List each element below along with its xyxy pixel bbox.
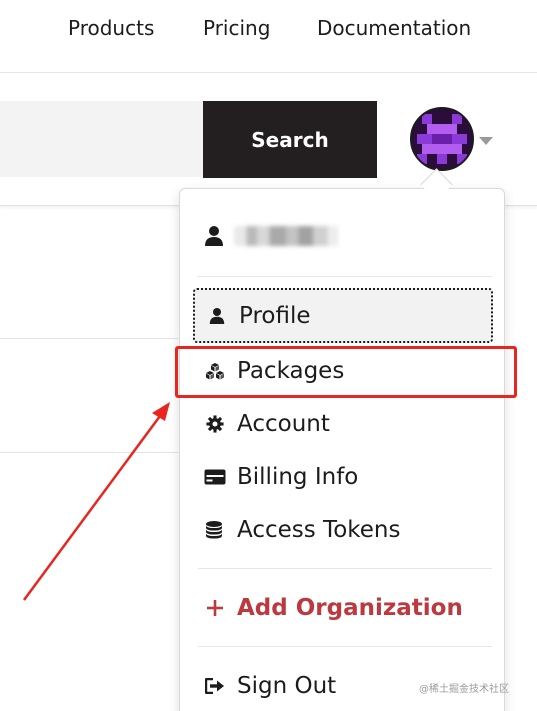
- menu-item-add-organization[interactable]: Add Organization: [193, 582, 493, 634]
- menu-item-label: Account: [237, 411, 330, 437]
- coins-icon: [203, 518, 227, 542]
- username-blurred: [234, 226, 338, 246]
- nav-link-documentation[interactable]: Documentation: [317, 16, 471, 40]
- nav-link-pricing[interactable]: Pricing: [203, 16, 270, 40]
- search-input[interactable]: [0, 101, 203, 177]
- menu-item-label: Add Organization: [237, 595, 463, 621]
- menu-item-billing-info[interactable]: Billing Info: [193, 451, 493, 503]
- gear-icon: [203, 412, 227, 436]
- page: Products Pricing Documentation Search Pr…: [0, 0, 537, 711]
- search-button[interactable]: Search: [203, 101, 377, 178]
- packages-icon: [203, 359, 227, 383]
- menu-item-access-tokens[interactable]: Access Tokens: [193, 504, 493, 556]
- pixel-avatar-icon: [412, 109, 472, 169]
- menu-separator: [198, 568, 492, 569]
- menu-item-label: Packages: [237, 358, 345, 384]
- content-divider: [0, 452, 178, 453]
- menu-item-label: Sign Out: [237, 673, 337, 699]
- menu-separator: [198, 646, 492, 647]
- menu-item-label: Access Tokens: [237, 517, 401, 543]
- user-icon: [205, 304, 229, 328]
- chevron-down-icon[interactable]: [479, 137, 493, 145]
- menu-item-profile[interactable]: Profile: [193, 288, 493, 343]
- nav-link-products[interactable]: Products: [68, 16, 154, 40]
- search-bar-section: Search: [0, 73, 537, 206]
- dropdown-user-header: [204, 216, 338, 256]
- credit-card-icon: [203, 465, 227, 489]
- user-avatar[interactable]: [410, 107, 474, 171]
- plus-icon: [203, 596, 227, 620]
- menu-separator: [198, 276, 492, 277]
- menu-item-packages[interactable]: Packages: [193, 345, 493, 397]
- sign-out-icon: [203, 674, 227, 698]
- menu-item-account[interactable]: Account: [193, 398, 493, 450]
- menu-item-label: Billing Info: [237, 464, 359, 490]
- menu-item-label: Profile: [239, 302, 311, 329]
- top-navigation: Products Pricing Documentation: [0, 0, 537, 73]
- watermark: @稀土掘金技术社区: [419, 684, 509, 695]
- content-divider: [0, 338, 178, 339]
- user-icon: [205, 226, 223, 246]
